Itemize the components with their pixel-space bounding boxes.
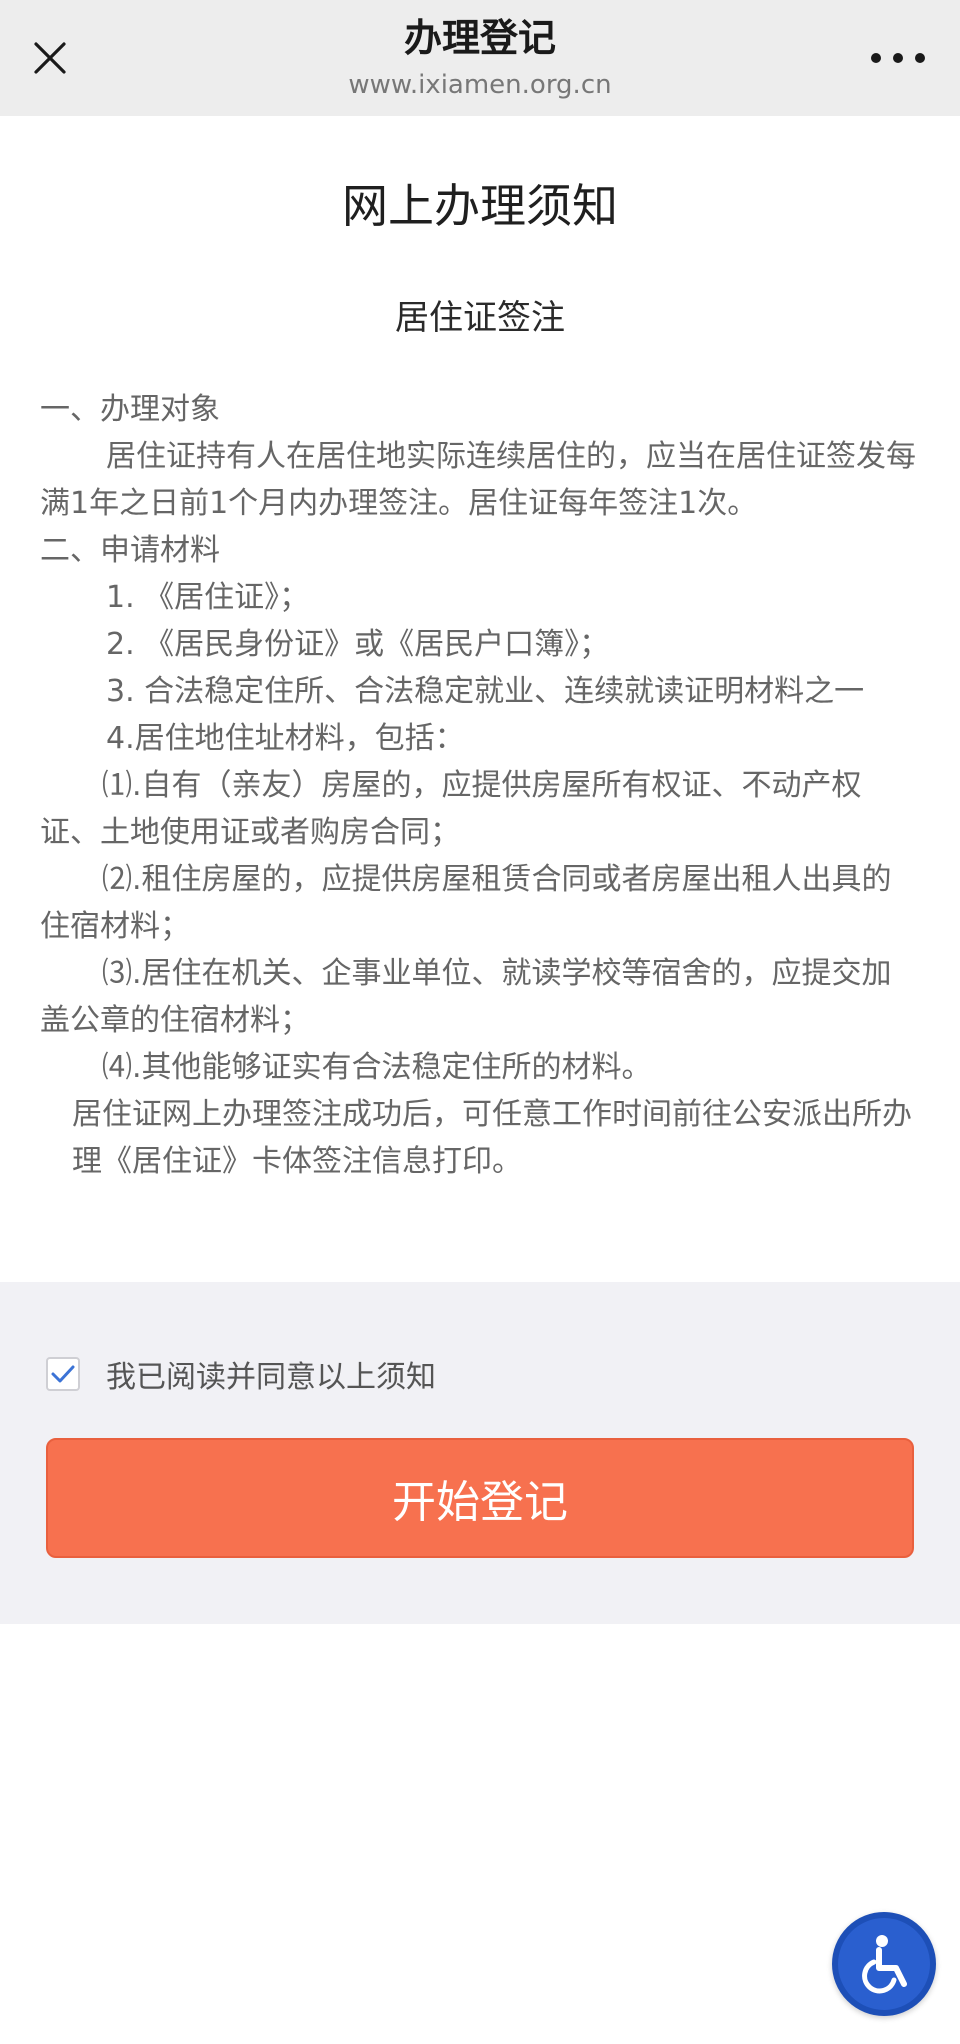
top-nav-bar: 办理登记 www.ixiamen.org.cn — [0, 0, 960, 116]
material-item: 2. 《居民身份证》或《居民户口簿》； — [106, 627, 610, 662]
wheelchair-icon — [862, 1935, 907, 1994]
close-icon — [34, 42, 66, 74]
page-title: 办理登记 — [403, 16, 556, 60]
close-button[interactable] — [22, 30, 78, 86]
material-subitem: ⑷.其他能够证实有合法稳定住所的材料。 — [102, 1050, 652, 1085]
agreement-row[interactable]: 我已阅读并同意以上须知 — [46, 1346, 436, 1402]
page-url: www.ixiamen.org.cn — [348, 70, 612, 100]
notice-body: 一、办理对象 居住证持有人在居住地实际连续居住的，应当在居住证签发每满1年之日前… — [40, 386, 920, 1185]
section-body-eligibility: 居住证持有人在居住地实际连续居住的，应当在居住证签发每满1年之日前1个月内办理签… — [40, 439, 916, 521]
start-registration-button[interactable]: 开始登记 — [46, 1438, 914, 1558]
nav-title-group: 办理登记 www.ixiamen.org.cn — [150, 10, 810, 102]
more-options-button[interactable] — [858, 30, 938, 86]
material-item: 4.居住地住址材料，包括： — [106, 721, 465, 756]
notice-subheading: 居住证签注 — [395, 298, 565, 338]
agreement-panel: 我已阅读并同意以上须知 开始登记 — [0, 1282, 960, 1624]
material-item: 1. 《居住证》； — [106, 580, 310, 615]
section-title-eligibility: 一、办理对象 — [40, 392, 220, 427]
agree-label[interactable]: 我已阅读并同意以上须知 — [106, 1352, 436, 1396]
checkmark-icon — [51, 1365, 75, 1383]
notice-heading: 网上办理须知 — [342, 179, 618, 233]
closing-note: 居住证网上办理签注成功后，可任意工作时间前往公安派出所办理《居住证》卡体签注信息… — [72, 1097, 912, 1179]
more-horizontal-icon — [871, 53, 925, 63]
accessibility-button[interactable] — [832, 1912, 936, 2016]
material-item: 3. 合法稳定住所、合法稳定就业、连续就读证明材料之一 — [106, 674, 865, 709]
section-title-materials: 二、申请材料 — [40, 533, 220, 568]
notice-content: 网上办理须知 居住证签注 一、办理对象 居住证持有人在居住地实际连续居住的，应当… — [0, 116, 960, 1282]
material-subitem: ⑵.租住房屋的，应提供房屋租赁合同或者房屋出租人出具的住宿材料； — [40, 862, 892, 944]
agree-checkbox[interactable] — [46, 1357, 80, 1391]
material-subitem: ⑴.自有（亲友）房屋的，应提供房屋所有权证、不动产权证、土地使用证或者购房合同； — [40, 768, 862, 850]
material-subitem: ⑶.居住在机关、企事业单位、就读学校等宿舍的，应提交加盖公章的住宿材料； — [40, 956, 892, 1038]
